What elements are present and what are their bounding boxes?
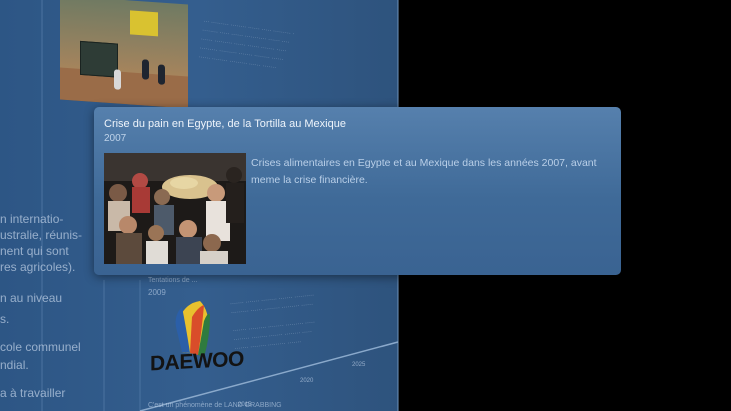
- daewoo-logo-text: DAEWOO: [150, 347, 244, 376]
- left-fragment: cole communel: [0, 340, 81, 354]
- popup-description: Crises alimentaires en Egypte et au Mexi…: [251, 157, 597, 186]
- entry-footer: C'est un phénomène de LAND GRABBING: [148, 402, 282, 409]
- left-fragment: res agricoles).: [0, 260, 76, 274]
- left-fragment: s.: [0, 312, 10, 326]
- event-popup-card[interactable]: Crise du pain en Egypte, de la Tortilla …: [94, 107, 621, 275]
- entry-label: Tentations de ...: [148, 277, 198, 284]
- timeline-year: 2020: [300, 378, 314, 384]
- left-fragment: ndial.: [0, 358, 29, 372]
- timeline-year: 2015: [238, 402, 252, 408]
- left-fragment: n internatio-: [0, 212, 64, 226]
- left-fragment: a à travailler: [0, 386, 66, 400]
- entry-year: 2009: [148, 288, 166, 297]
- left-fragment: ustralie, réunis-: [0, 228, 83, 242]
- top-thumbnail-image: [60, 0, 188, 109]
- timeline-year: 2025: [352, 362, 366, 368]
- left-fragment: nent qui sont: [0, 244, 69, 258]
- popup-year: 2007: [104, 133, 127, 144]
- left-fragment: n au niveau: [0, 291, 63, 305]
- crowd-bread-photo-icon[interactable]: [104, 153, 246, 264]
- popup-title: Crise du pain en Egypte, de la Tortilla …: [104, 118, 346, 130]
